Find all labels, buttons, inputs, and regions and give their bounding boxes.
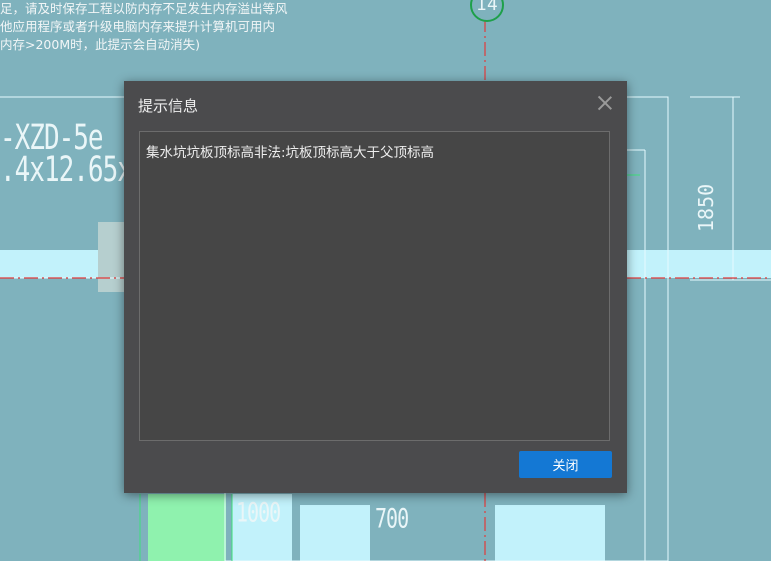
wall-band bbox=[495, 505, 605, 561]
dimension-700: 700 bbox=[375, 502, 409, 535]
dimension-1850: 1850 bbox=[694, 183, 718, 232]
column-hatch bbox=[98, 222, 126, 292]
message-textarea[interactable]: 集水坑坑板顶标高非法:坑板顶标高大于父顶标高 bbox=[139, 131, 610, 441]
close-button[interactable]: 关闭 bbox=[519, 451, 612, 478]
wall-band bbox=[300, 505, 370, 561]
wall-band bbox=[615, 250, 771, 278]
info-dialog: 提示信息 集水坑坑板顶标高非法:坑板顶标高大于父顶标高 关闭 bbox=[124, 81, 627, 493]
warning-line: 足，请及时保存工程以防内存不足发生内存溢出等风 bbox=[0, 1, 288, 16]
memory-warning-text: 足，请及时保存工程以防内存不足发生内存溢出等风 他应用程序或者升级电脑内存来提升… bbox=[0, 0, 288, 54]
column-fill bbox=[148, 494, 226, 561]
dimension-1000: 1000 bbox=[236, 496, 281, 529]
dialog-title: 提示信息 bbox=[138, 97, 199, 115]
message-text: 集水坑坑板顶标高非法:坑板顶标高大于父顶标高 bbox=[146, 145, 435, 161]
warning-line: 他应用程序或者升级电脑内存来提升计算机可用内 bbox=[0, 19, 276, 34]
close-icon[interactable] bbox=[597, 95, 613, 111]
wall-band bbox=[0, 250, 100, 278]
warning-line: 内存>200M时，此提示会自动消失) bbox=[0, 37, 200, 52]
